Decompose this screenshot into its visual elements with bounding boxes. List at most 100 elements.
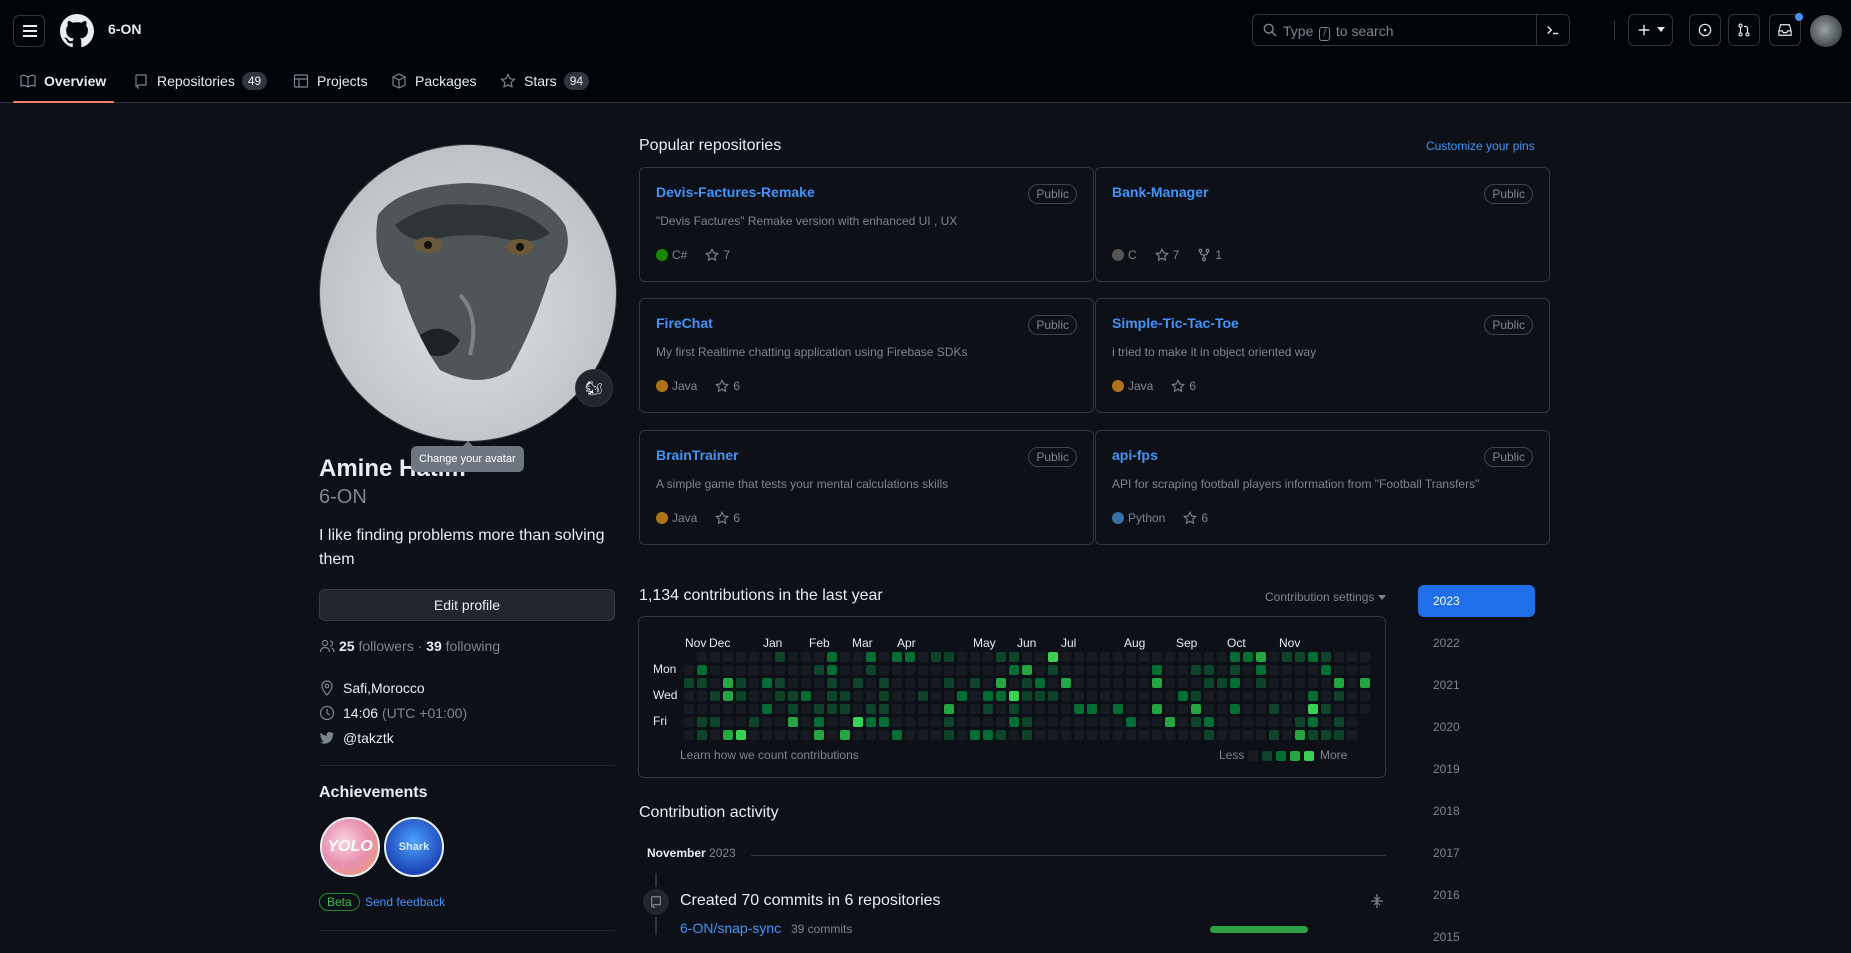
- contribution-day[interactable]: [827, 691, 837, 701]
- contribution-day[interactable]: [1113, 665, 1123, 675]
- contribution-day[interactable]: [1295, 691, 1305, 701]
- contribution-day[interactable]: [788, 652, 798, 662]
- contribution-day[interactable]: [1295, 665, 1305, 675]
- contribution-day[interactable]: [1269, 652, 1279, 662]
- contribution-day[interactable]: [1347, 678, 1357, 688]
- contribution-day[interactable]: [1243, 704, 1253, 714]
- contribution-day[interactable]: [866, 665, 876, 675]
- contribution-day[interactable]: [931, 717, 941, 727]
- repo-forks[interactable]: 1: [1197, 248, 1222, 262]
- contribution-day[interactable]: [684, 717, 694, 727]
- contribution-day[interactable]: [1165, 717, 1175, 727]
- contribution-day[interactable]: [879, 665, 889, 675]
- contribution-day[interactable]: [944, 678, 954, 688]
- contribution-day[interactable]: [1139, 665, 1149, 675]
- contribution-day[interactable]: [866, 730, 876, 740]
- contribution-day[interactable]: [1243, 678, 1253, 688]
- contribution-day[interactable]: [1204, 678, 1214, 688]
- contribution-day[interactable]: [1035, 717, 1045, 727]
- contribution-day[interactable]: [749, 717, 759, 727]
- year-link-2019[interactable]: 2019: [1418, 753, 1535, 785]
- contribution-day[interactable]: [1009, 691, 1019, 701]
- contribution-day[interactable]: [684, 678, 694, 688]
- contribution-day[interactable]: [853, 691, 863, 701]
- contribution-day[interactable]: [1152, 691, 1162, 701]
- contribution-day[interactable]: [1191, 717, 1201, 727]
- contribution-day[interactable]: [1230, 691, 1240, 701]
- contribution-day[interactable]: [905, 730, 915, 740]
- contribution-day[interactable]: [892, 730, 902, 740]
- contribution-day[interactable]: [749, 691, 759, 701]
- contribution-day[interactable]: [1035, 678, 1045, 688]
- contribution-day[interactable]: [827, 678, 837, 688]
- contribution-day[interactable]: [1256, 704, 1266, 714]
- contribution-day[interactable]: [801, 678, 811, 688]
- contribution-day[interactable]: [957, 665, 967, 675]
- contribution-day[interactable]: [853, 678, 863, 688]
- contribution-day[interactable]: [1295, 678, 1305, 688]
- contribution-day[interactable]: [1009, 704, 1019, 714]
- contribution-day[interactable]: [1061, 665, 1071, 675]
- contribution-day[interactable]: [1269, 665, 1279, 675]
- contribution-day[interactable]: [957, 730, 967, 740]
- repo-stars[interactable]: 7: [1154, 248, 1179, 262]
- contribution-day[interactable]: [944, 704, 954, 714]
- contribution-day[interactable]: [1256, 665, 1266, 675]
- contribution-day[interactable]: [1360, 704, 1370, 714]
- contribution-day[interactable]: [1347, 691, 1357, 701]
- contribution-day[interactable]: [1256, 652, 1266, 662]
- contribution-day[interactable]: [723, 665, 733, 675]
- contribution-day[interactable]: [1295, 730, 1305, 740]
- contribution-day[interactable]: [1139, 704, 1149, 714]
- contribution-day[interactable]: [944, 652, 954, 662]
- contribution-day[interactable]: [1152, 652, 1162, 662]
- contribution-day[interactable]: [892, 652, 902, 662]
- contribution-day[interactable]: [1061, 691, 1071, 701]
- year-link-2023[interactable]: 2023: [1418, 585, 1535, 617]
- contribution-day[interactable]: [1360, 678, 1370, 688]
- contribution-day[interactable]: [1230, 717, 1240, 727]
- contribution-day[interactable]: [697, 691, 707, 701]
- contribution-day[interactable]: [1204, 704, 1214, 714]
- repo-stars[interactable]: 6: [1171, 379, 1196, 393]
- contribution-day[interactable]: [983, 652, 993, 662]
- repo-name-link[interactable]: FireChat: [656, 315, 713, 331]
- contribution-day[interactable]: [918, 665, 928, 675]
- year-link-2022[interactable]: 2022: [1418, 627, 1535, 659]
- contribution-day[interactable]: [1347, 652, 1357, 662]
- contribution-day[interactable]: [931, 704, 941, 714]
- contribution-day[interactable]: [892, 704, 902, 714]
- contribution-day[interactable]: [749, 652, 759, 662]
- contribution-day[interactable]: [775, 730, 785, 740]
- contribution-day[interactable]: [1321, 665, 1331, 675]
- contribution-day[interactable]: [1347, 717, 1357, 727]
- contribution-day[interactable]: [1230, 704, 1240, 714]
- contribution-day[interactable]: [1321, 691, 1331, 701]
- contribution-day[interactable]: [1217, 652, 1227, 662]
- contribution-day[interactable]: [1152, 665, 1162, 675]
- profile-avatar[interactable]: [319, 144, 617, 442]
- contribution-day[interactable]: [1178, 691, 1188, 701]
- contribution-day[interactable]: [1204, 717, 1214, 727]
- contribution-day[interactable]: [1165, 730, 1175, 740]
- contribution-day[interactable]: [1139, 652, 1149, 662]
- contribution-day[interactable]: [1282, 730, 1292, 740]
- contribution-day[interactable]: [944, 717, 954, 727]
- contribution-day[interactable]: [697, 678, 707, 688]
- contribution-day[interactable]: [1269, 691, 1279, 701]
- contribution-day[interactable]: [775, 717, 785, 727]
- contribution-day[interactable]: [866, 717, 876, 727]
- contribution-day[interactable]: [1087, 665, 1097, 675]
- contribution-day[interactable]: [1009, 717, 1019, 727]
- contribution-day[interactable]: [931, 652, 941, 662]
- contribution-day[interactable]: [723, 691, 733, 701]
- contribution-day[interactable]: [827, 704, 837, 714]
- contribution-day[interactable]: [1009, 665, 1019, 675]
- contribution-day[interactable]: [762, 691, 772, 701]
- contribution-day[interactable]: [1100, 691, 1110, 701]
- contribution-day[interactable]: [1321, 717, 1331, 727]
- contribution-day[interactable]: [1152, 704, 1162, 714]
- contribution-day[interactable]: [684, 704, 694, 714]
- contribution-day[interactable]: [957, 678, 967, 688]
- contribution-day[interactable]: [1087, 704, 1097, 714]
